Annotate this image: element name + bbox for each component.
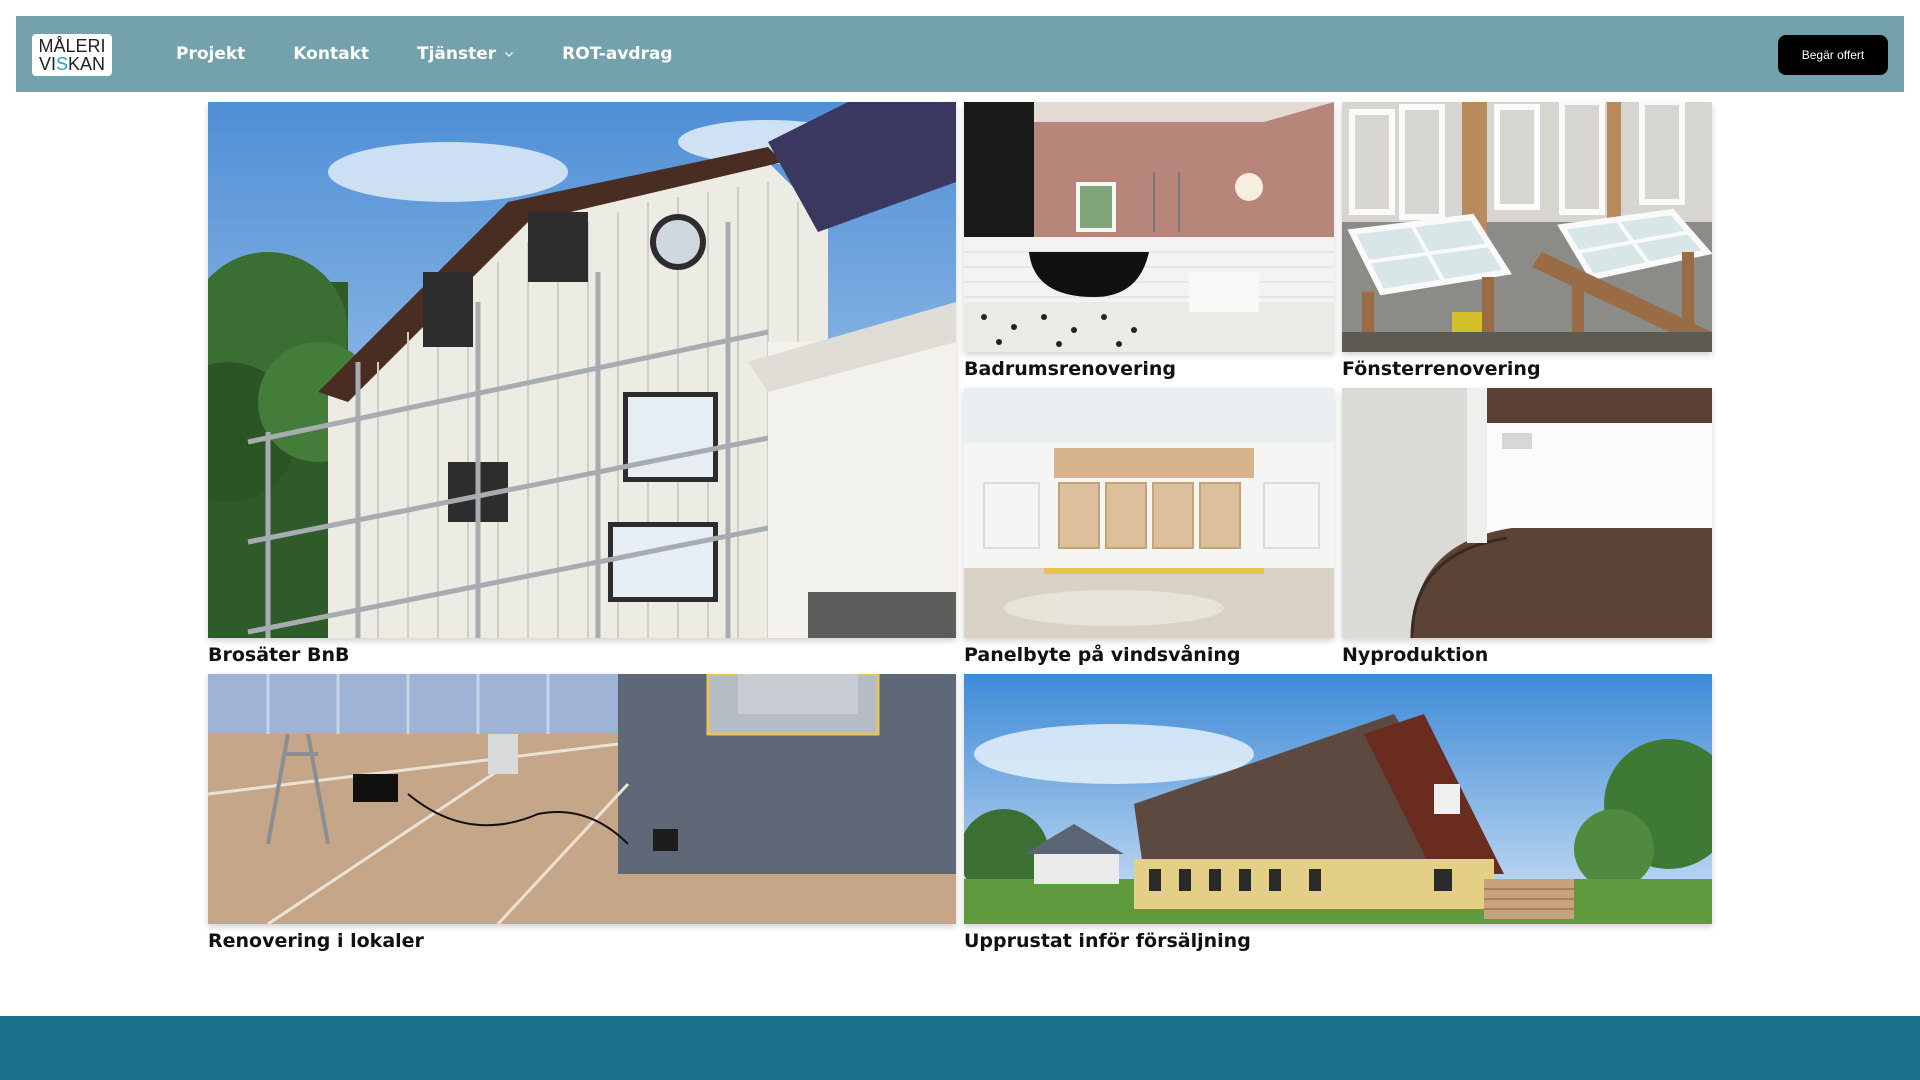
project-card-brosater-bnb[interactable]: Brosäter BnB [208, 102, 956, 672]
project-title: Upprustat inför försäljning [964, 930, 1251, 952]
project-image-windowsill [1342, 388, 1712, 638]
nav-item-label: ROT-avdrag [562, 44, 673, 64]
nav-item-label: Projekt [176, 44, 246, 64]
project-title: Brosäter BnB [208, 644, 350, 666]
project-title: Nyproduktion [1342, 644, 1489, 666]
logo-line-2: VISKAN [38, 54, 106, 74]
top-strip [0, 0, 1920, 16]
project-card-upprustat[interactable]: Upprustat inför försäljning [964, 674, 1712, 959]
project-title: Renovering i lokaler [208, 930, 424, 952]
project-card-nyproduktion[interactable]: Nyproduktion [1342, 388, 1712, 673]
project-title: Fönsterrenovering [1342, 358, 1541, 380]
logo-line-1: MÅLERI [38, 36, 106, 56]
project-title: Panelbyte på vindsvåning [964, 644, 1241, 666]
project-title: Badrumsrenovering [964, 358, 1177, 380]
nav-item-projekt[interactable]: Projekt [176, 44, 245, 64]
project-card-badrumsrenovering[interactable]: Badrumsrenovering [964, 102, 1334, 387]
nav-item-label: Tjänster [417, 44, 497, 64]
project-card-renovering-lokaler[interactable]: Renovering i lokaler [208, 674, 956, 959]
site-footer [0, 1016, 1920, 1080]
site-logo[interactable]: MÅLERI VISKAN [32, 34, 112, 76]
chevron-down-icon [504, 49, 514, 59]
project-card-panelbyte[interactable]: Panelbyte på vindsvåning [964, 388, 1334, 673]
project-image-wall-panel [964, 388, 1334, 638]
nav-item-label: Kontakt [293, 44, 369, 64]
nav-item-rot-avdrag[interactable]: ROT-avdrag [562, 44, 672, 64]
project-card-fonsterrenovering[interactable]: Fönsterrenovering [1342, 102, 1712, 387]
project-image-interior-renovation [208, 674, 956, 924]
main-navbar: MÅLERI VISKAN Projekt Kontakt Tjänster R… [16, 16, 1904, 92]
project-image-house-facade [208, 102, 956, 638]
request-quote-button[interactable]: Begär offert [1778, 35, 1888, 75]
project-image-bathroom [964, 102, 1334, 352]
project-image-house-exterior [964, 674, 1712, 924]
nav-item-tjanster[interactable]: Tjänster [417, 44, 514, 64]
nav-item-kontakt[interactable]: Kontakt [293, 44, 369, 64]
project-image-windows [1342, 102, 1712, 352]
primary-nav: Projekt Kontakt Tjänster ROT-avdrag [176, 16, 721, 92]
